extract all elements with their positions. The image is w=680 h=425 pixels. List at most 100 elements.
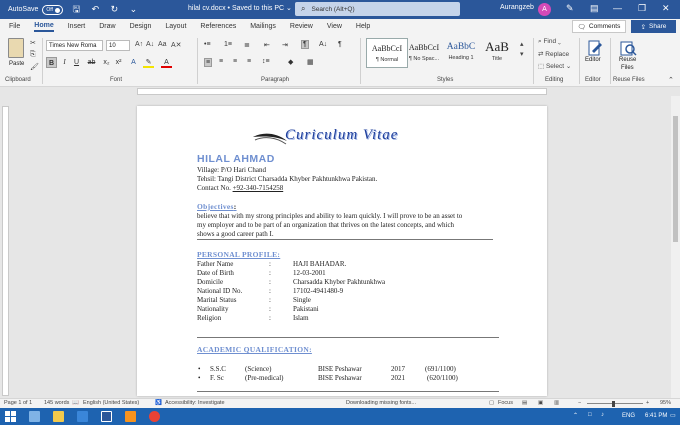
grow-font-icon[interactable]: A↑ — [135, 41, 143, 48]
strikethrough-button[interactable]: ab — [86, 57, 97, 68]
web-layout-icon[interactable]: ▥ — [554, 400, 559, 406]
superscript-button[interactable]: x² — [113, 57, 124, 68]
align-right-icon[interactable]: ≡ — [233, 58, 237, 65]
font-size-box[interactable]: 10 — [106, 40, 130, 51]
decrease-indent-icon[interactable]: ⇤ — [264, 41, 270, 49]
tab-mailings[interactable]: Mailings — [250, 23, 276, 30]
sort-icon[interactable]: A↓ — [319, 41, 327, 48]
autosave-control[interactable]: AutoSave Off — [8, 4, 64, 15]
align-left-icon[interactable]: ≡ — [204, 58, 213, 67]
tab-view[interactable]: View — [327, 23, 342, 30]
scrollbar-thumb[interactable] — [673, 116, 678, 242]
paste-label[interactable]: Paste — [9, 61, 24, 67]
ltr-direction-icon[interactable]: ¶ — [301, 40, 309, 49]
reuse-line2[interactable]: Files — [621, 65, 634, 71]
customize-chevron-icon[interactable]: ⌄ — [127, 4, 139, 16]
document-title[interactable]: hilal cv.docx • Saved to this PC ⌄ — [188, 4, 292, 12]
file-explorer-icon[interactable] — [53, 411, 64, 422]
redo-icon[interactable]: ↻ — [108, 4, 120, 16]
zoom-in-icon[interactable]: + — [646, 400, 649, 406]
language-indicator[interactable]: ENG — [622, 413, 635, 419]
reuse-files-icon[interactable] — [619, 39, 637, 57]
style-title[interactable]: AaB Title — [478, 38, 516, 68]
autosave-toggle[interactable]: Off — [42, 4, 64, 15]
editor-icon[interactable] — [586, 39, 604, 57]
font-color-icon[interactable]: A — [161, 57, 172, 68]
tab-insert[interactable]: Insert — [68, 23, 86, 30]
style-no-spacing[interactable]: AaBbCcI ¶ No Spac... — [403, 38, 445, 68]
subscript-button[interactable]: x₂ — [101, 57, 112, 68]
notification-icon[interactable]: ▭ — [670, 412, 676, 419]
save-icon[interactable]: 🖫 — [70, 4, 82, 16]
tab-references[interactable]: References — [200, 23, 236, 30]
proofing-icon[interactable]: 📖 — [72, 400, 79, 406]
minimize-icon[interactable]: — — [613, 3, 622, 13]
bullets-icon[interactable]: •≡ — [204, 41, 211, 48]
styles-scroll-down-icon[interactable]: ▾ — [520, 50, 524, 58]
windows-start-icon[interactable] — [5, 411, 16, 422]
style-heading-1[interactable]: AaBbC Heading 1 — [440, 38, 482, 68]
vertical-ruler[interactable] — [2, 106, 9, 396]
tab-help[interactable]: Help — [356, 23, 370, 30]
multilevel-list-icon[interactable]: ≣ — [244, 41, 250, 49]
horizontal-ruler[interactable] — [137, 88, 547, 95]
bold-button[interactable]: B — [46, 57, 57, 68]
underline-button[interactable]: U — [71, 57, 82, 68]
pen-icon[interactable]: ✎ — [566, 3, 574, 14]
print-layout-icon[interactable]: ▣ — [538, 400, 543, 406]
undo-icon[interactable]: ↶ — [89, 4, 101, 16]
justify-icon[interactable]: ≡ — [247, 58, 251, 65]
zoom-slider[interactable] — [587, 403, 643, 404]
ribbon-display-icon[interactable]: ▤ — [590, 3, 599, 14]
zoom-out-icon[interactable]: − — [578, 400, 581, 406]
style-normal[interactable]: AaBbCcI ¶ Normal — [366, 38, 408, 68]
text-effects-icon[interactable]: A — [128, 57, 139, 68]
volume-icon[interactable]: ♪ — [601, 412, 604, 418]
zoom-level[interactable]: 95% — [660, 400, 671, 406]
borders-icon[interactable]: ▦ — [307, 58, 314, 66]
format-painter-icon[interactable]: 🖌 — [30, 63, 39, 71]
shading-icon[interactable]: ◆ — [288, 58, 293, 66]
accessibility-icon[interactable]: ♿ — [155, 400, 162, 406]
focus-label[interactable]: Focus — [498, 400, 513, 406]
tab-review[interactable]: Review — [290, 23, 313, 30]
restore-icon[interactable]: ❐ — [638, 3, 646, 14]
select-button[interactable]: ⬚ Select ⌄ — [538, 62, 571, 70]
tab-home[interactable]: Home — [34, 22, 54, 32]
find-button[interactable]: ⌕ Find ⌄ — [538, 38, 561, 46]
tray-chevron-icon[interactable]: ⌃ — [573, 412, 578, 419]
tab-file[interactable]: File — [9, 23, 20, 30]
network-icon[interactable]: □ — [588, 412, 592, 418]
avatar[interactable]: A — [538, 3, 551, 16]
user-name[interactable]: Aurangzeb — [500, 4, 534, 11]
read-mode-icon[interactable]: ▤ — [522, 400, 527, 406]
editor-button-label[interactable]: Editor — [585, 57, 601, 63]
search-input[interactable]: ⌕ Search (Alt+Q) — [295, 2, 460, 16]
vlc-icon[interactable] — [125, 411, 136, 422]
tab-layout[interactable]: Layout — [165, 23, 186, 30]
change-case-icon[interactable]: Aa — [158, 41, 167, 48]
cut-icon[interactable]: ✂ — [30, 39, 36, 47]
share-button[interactable]: ⇪ Share — [631, 20, 676, 33]
numbering-icon[interactable]: 1≡ — [224, 41, 232, 48]
edge-icon[interactable] — [77, 411, 88, 422]
font-name-box[interactable]: Times New Roma — [46, 40, 103, 51]
align-center-icon[interactable]: ≡ — [219, 58, 223, 65]
reuse-line1[interactable]: Reuse — [619, 57, 636, 63]
page-count[interactable]: Page 1 of 1 — [4, 400, 32, 406]
desktop-icon[interactable] — [29, 411, 40, 422]
highlight-icon[interactable]: ✎ — [143, 57, 154, 68]
clock[interactable]: 6:41 PM — [645, 413, 667, 419]
replace-button[interactable]: ⇄ Replace — [538, 50, 569, 58]
word-count[interactable]: 145 words — [44, 400, 69, 406]
collapse-ribbon-icon[interactable]: ⌃ — [668, 76, 674, 84]
increase-indent-icon[interactable]: ⇥ — [282, 41, 288, 49]
styles-scroll-up-icon[interactable]: ▴ — [520, 40, 524, 48]
focus-icon[interactable]: ▢ — [489, 400, 494, 406]
clear-formatting-icon[interactable]: A✕ — [171, 41, 182, 49]
accessibility-status[interactable]: Accessibility: Investigate — [165, 400, 225, 406]
italic-button[interactable]: I — [59, 57, 70, 68]
word-icon[interactable] — [101, 411, 112, 422]
language-status[interactable]: English (United States) — [83, 400, 139, 406]
copy-icon[interactable]: ⎘ — [30, 51, 36, 59]
